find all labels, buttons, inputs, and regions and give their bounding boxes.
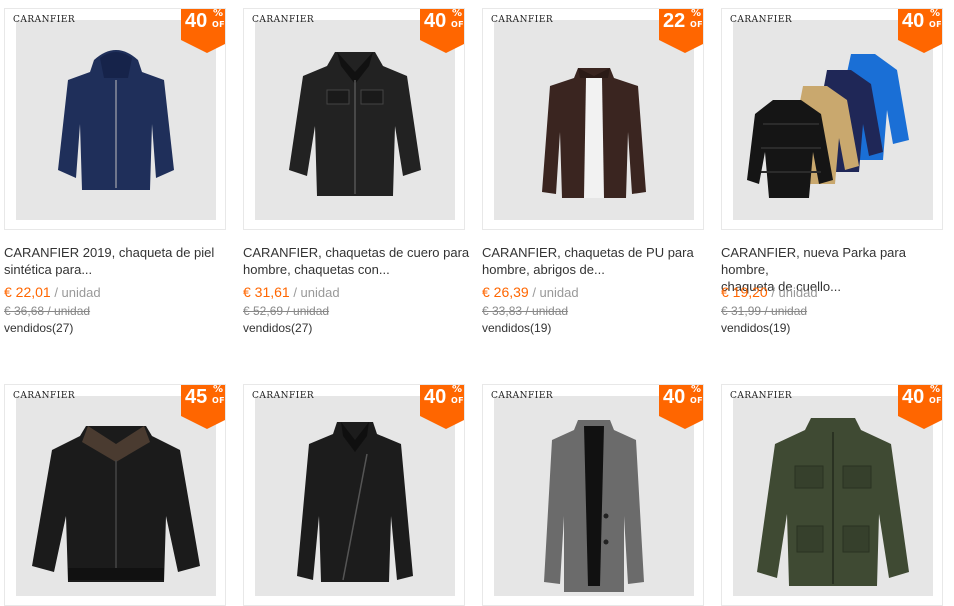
percent-sign: % — [930, 384, 941, 395]
product-price: € 22,01 / unidad — [4, 284, 101, 300]
original-price: € 36,68 / unidad — [4, 304, 91, 318]
discount-value: 45 — [185, 386, 208, 408]
product-title[interactable]: CARANFIER, chaquetas de PU para hombre, … — [482, 244, 717, 278]
product-title-line[interactable]: CARANFIER, chaquetas de PU para — [482, 244, 717, 261]
brand-logo: CARANFIER — [252, 15, 315, 25]
product-image[interactable]: CARANFIER 40 % OFF — [243, 384, 465, 606]
sold-count: vendidos(19) — [482, 321, 552, 335]
brand-logo: CARANFIER — [730, 15, 793, 25]
price-value: € 31,61 — [243, 284, 290, 300]
discount-value: 22 — [663, 10, 686, 32]
price-unit: / unidad — [289, 285, 340, 300]
product-price: € 19,20 / unidad — [721, 284, 818, 300]
off-label: OFF — [929, 396, 942, 405]
sold-count: vendidos(19) — [721, 321, 791, 335]
brand-logo: CARANFIER — [13, 391, 76, 401]
price-unit: / unidad — [528, 285, 579, 300]
product-title-line[interactable]: hombre, chaquetas con... — [243, 261, 478, 278]
product-title-line[interactable]: hombre, abrigos de... — [482, 261, 717, 278]
price-value: € 26,39 — [482, 284, 529, 300]
original-price: € 33,83 / unidad — [482, 304, 569, 318]
off-label: OFF — [212, 20, 225, 29]
price-unit: / unidad — [767, 285, 818, 300]
percent-sign: % — [213, 8, 224, 19]
product-title-line[interactable]: sintética para... — [4, 261, 239, 278]
discount-value: 40 — [424, 10, 447, 32]
sold-count: vendidos(27) — [4, 321, 74, 335]
navy-hooded-leather-jacket-icon — [16, 20, 216, 220]
product-title-line[interactable]: CARANFIER, chaquetas de cuero para — [243, 244, 478, 261]
product-grid: CARANFIER 40 % OFF CARANFIER 2019, chaqu… — [4, 8, 954, 606]
product-title[interactable]: CARANFIER, chaquetas de cuero para hombr… — [243, 244, 478, 278]
original-price: € 52,69 / unidad — [243, 304, 330, 318]
brand-logo: CARANFIER — [252, 391, 315, 401]
percent-sign: % — [452, 8, 463, 19]
price-value: € 22,01 — [4, 284, 51, 300]
product-title-line[interactable]: CARANFIER, nueva Parka para hombre, — [721, 244, 954, 278]
product-title-line[interactable]: CARANFIER 2019, chaqueta de piel — [4, 244, 239, 261]
off-label: OFF — [929, 20, 942, 29]
percent-sign: % — [213, 384, 224, 395]
discount-value: 40 — [902, 10, 925, 32]
product-price: € 31,61 / unidad — [243, 284, 340, 300]
product-image[interactable]: CARANFIER 40 % OFF — [482, 384, 704, 606]
sold-count: vendidos(27) — [243, 321, 313, 335]
price-value: € 19,20 — [721, 284, 768, 300]
brand-logo: CARANFIER — [13, 15, 76, 25]
product-image[interactable]: CARANFIER 40 % OFF — [4, 8, 226, 230]
product-image[interactable]: CARANFIER 45 % OFF — [4, 384, 226, 606]
off-label: OFF — [690, 396, 703, 405]
percent-sign: % — [452, 384, 463, 395]
black-moto-leather-jacket-icon — [255, 396, 455, 596]
product-image[interactable]: CARANFIER 40 % OFF — [721, 384, 943, 606]
discount-value: 40 — [902, 386, 925, 408]
off-label: OFF — [451, 396, 464, 405]
off-label: OFF — [690, 20, 703, 29]
percent-sign: % — [930, 8, 941, 19]
discount-value: 40 — [663, 386, 686, 408]
price-unit: / unidad — [50, 285, 101, 300]
green-field-jacket-icon — [733, 396, 933, 596]
black-leather-bomber-icon — [16, 396, 216, 596]
percent-sign: % — [691, 8, 702, 19]
brand-logo: CARANFIER — [730, 391, 793, 401]
black-leather-jacket-icon — [255, 20, 455, 220]
off-label: OFF — [451, 20, 464, 29]
percent-sign: % — [691, 384, 702, 395]
product-price: € 26,39 / unidad — [482, 284, 579, 300]
puffer-parkas-icon — [733, 20, 933, 220]
grey-wool-coat-icon — [494, 396, 694, 596]
discount-value: 40 — [424, 386, 447, 408]
product-title[interactable]: CARANFIER 2019, chaqueta de piel sintéti… — [4, 244, 239, 278]
discount-value: 40 — [185, 10, 208, 32]
product-image[interactable]: CARANFIER 22 % OFF — [482, 8, 704, 230]
brown-pu-jacket-icon — [494, 20, 694, 220]
brand-logo: CARANFIER — [491, 15, 554, 25]
original-price: € 31,99 / unidad — [721, 304, 808, 318]
brand-logo: CARANFIER — [491, 391, 554, 401]
product-image[interactable]: CARANFIER 40 % OFF — [243, 8, 465, 230]
product-image[interactable]: CARANFIER 40 % OFF — [721, 8, 943, 230]
off-label: OFF — [212, 396, 225, 405]
